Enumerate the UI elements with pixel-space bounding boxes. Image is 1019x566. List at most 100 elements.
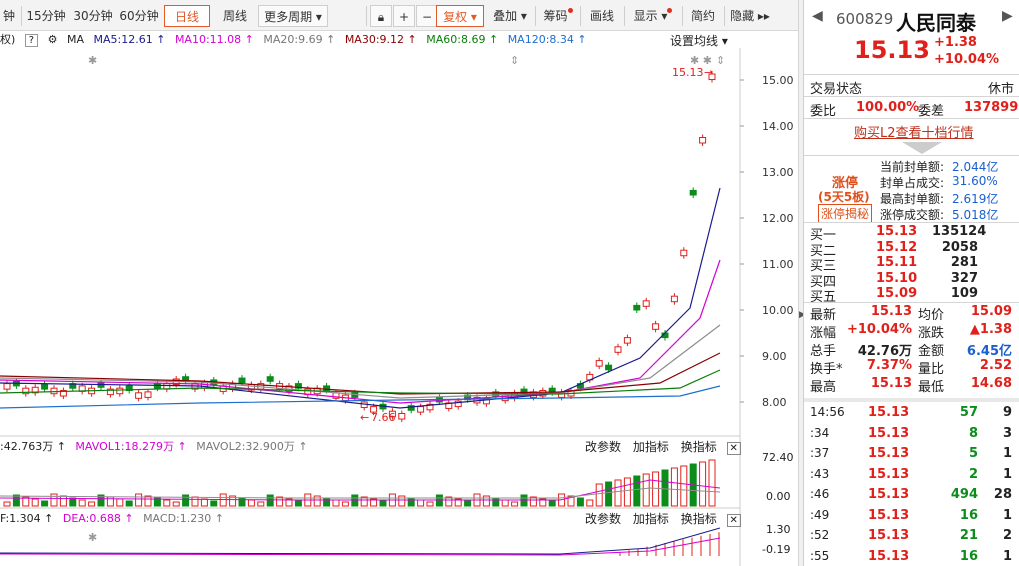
macd-axis-top: 1.30 (766, 523, 791, 536)
weibi-value: 100.00% (856, 100, 920, 115)
vol-add-indicator-button[interactable]: 加指标 (633, 440, 669, 454)
prev-stock-icon[interactable]: ◀ (812, 8, 823, 24)
display-dropdown[interactable]: 显示 ▾ (628, 5, 678, 27)
period-15min-tab[interactable]: 15分钟 (25, 5, 67, 27)
volume-bar (699, 461, 707, 507)
stat-value: ▲1.38 (969, 322, 1012, 337)
price-axis-label: 9.00 (762, 350, 787, 363)
macd-add-indicator-button[interactable]: 加指标 (633, 512, 669, 526)
ma-legend-bar: 权) ? ⚙ MA MA5:12.61 ↑ MA10:11.08 ↑ MA20:… (0, 31, 740, 48)
candle-body (398, 413, 406, 420)
volume-bar (172, 501, 180, 507)
period-weekly-tab[interactable]: 周线 (216, 5, 254, 27)
limit-stat-label: 最高封单额: (880, 192, 945, 206)
adjust-price-dropdown[interactable]: 复权 ▾ (436, 5, 484, 27)
volume-bar (163, 499, 171, 507)
stat-value: 6.45亿 (966, 344, 1012, 359)
volume-bar (210, 500, 218, 507)
notification-dot-icon (667, 8, 673, 13)
volume-bar (182, 494, 190, 507)
volume-bar (426, 501, 434, 507)
zoom-in-icon[interactable]: + (393, 5, 415, 27)
stat-label: 金额 (918, 344, 945, 359)
volume-bar (341, 501, 349, 507)
tick-price: 15.13 (868, 528, 910, 543)
volume-bar (50, 493, 58, 507)
period-60min-tab[interactable]: 60分钟 (118, 5, 160, 27)
volume-bar (3, 501, 11, 507)
vol-edit-params-button[interactable]: 改参数 (585, 440, 621, 454)
stock-code: 600829 (836, 10, 894, 28)
dea-line (0, 537, 721, 556)
volume-bar (492, 497, 500, 507)
quote-panel: ◀ 600829 人民同泰 ▶ 15.13 +1.38 +10.04% 交易状态… (803, 0, 1019, 566)
limit-up-reveal-button[interactable]: 涨停揭秘 (818, 204, 873, 223)
candle-body (633, 304, 641, 311)
dif-label: F:1.304 ↑ (0, 512, 54, 525)
display-label: 显示 ▾ (633, 9, 668, 23)
vol-switch-indicator-button[interactable]: 换指标 (681, 440, 717, 454)
l2-link[interactable]: 购买L2查看十档行情 (854, 122, 974, 141)
macd-switch-indicator-button[interactable]: 换指标 (681, 512, 717, 526)
candle-body (200, 382, 208, 389)
period-30min-tab[interactable]: 30分钟 (72, 5, 114, 27)
vol-value: :42.763万 ↑ (0, 440, 66, 453)
bid-price: 15.13 (876, 224, 918, 239)
next-stock-icon[interactable]: ▶ (1002, 8, 1013, 24)
volume-bar (605, 481, 613, 507)
chips-button[interactable]: 筹码 (540, 5, 576, 27)
candle-body (3, 383, 11, 390)
price-change-pct: +10.04% (934, 52, 1000, 67)
zoom-out-icon[interactable]: − (416, 5, 438, 27)
draw-line-button[interactable]: 画线 (584, 5, 620, 27)
price-change: +1.38 (934, 35, 977, 50)
gear-icon[interactable]: ⚙ (48, 33, 58, 46)
period-daily-tab[interactable]: 日线 (164, 5, 210, 27)
low-annotation: 7.66 (371, 411, 396, 424)
svg-text:⇕: ⇕ (716, 54, 725, 67)
help-icon[interactable]: ? (24, 34, 39, 47)
ma-settings-dropdown[interactable]: 设置均线 ▾ (670, 32, 728, 49)
volume-bar (595, 483, 603, 507)
stock-name: 人民同泰 (896, 11, 976, 35)
lock-icon[interactable]: 🔒︎ (370, 5, 392, 27)
kline-chart[interactable]: 15.00 14.00 13.00 12.00 11.00 10.00 9.00 8.00 1… (0, 48, 798, 566)
mavol2-label: MAVOL2:32.900万 ↑ (196, 440, 308, 453)
svg-text:⇕: ⇕ (510, 54, 519, 67)
tick-count: 1 (1002, 548, 1012, 564)
bid-price: 15.11 (876, 255, 918, 270)
tick-time: :49 (810, 507, 830, 522)
limit-stat-label: 封单占成交: (880, 176, 945, 190)
price-axis-label: 12.00 (762, 212, 794, 225)
limit-up-days: (5天5板) (818, 190, 870, 204)
simple-mode-button[interactable]: 简约 (686, 5, 720, 27)
volume-bar (652, 471, 660, 507)
candle-body (595, 360, 603, 367)
period-1min-tab[interactable]: 钟 (0, 5, 18, 27)
more-periods-dropdown[interactable]: 更多周期 ▾ (258, 5, 328, 27)
limit-stat-label: 当前封单额: (880, 160, 945, 174)
volume-bar (125, 500, 133, 507)
close-icon[interactable]: ✕ (726, 442, 741, 455)
trade-status-value: 休市 (988, 82, 1015, 97)
price-axis-label: 14.00 (762, 120, 794, 133)
collapse-icon[interactable] (902, 142, 942, 154)
period-toolbar: 钟 15分钟 30分钟 60分钟 日线 周线 更多周期 ▾ 🔒︎ + − 复权 … (0, 0, 803, 31)
close-icon[interactable]: ✕ (726, 514, 741, 527)
tick-price: 15.13 (868, 507, 910, 523)
overlay-dropdown[interactable]: 叠加 ▾ (488, 5, 532, 27)
bid-price: 15.12 (876, 239, 918, 255)
volume-bar (407, 497, 415, 507)
tick-volume: 494 (950, 487, 978, 502)
macd-edit-params-button[interactable]: 改参数 (585, 512, 621, 526)
candle-body (135, 392, 143, 399)
volume-bar (78, 499, 86, 507)
candle-body (144, 391, 152, 398)
candle-body (614, 346, 622, 353)
tick-volume: 2 (968, 466, 978, 482)
hide-panel-button[interactable]: 隐藏 ▸▸ (728, 5, 772, 27)
ma-line (0, 259, 721, 404)
stat-value: 14.68 (970, 376, 1012, 391)
volume-bar (323, 497, 331, 507)
volume-bar (670, 467, 678, 507)
